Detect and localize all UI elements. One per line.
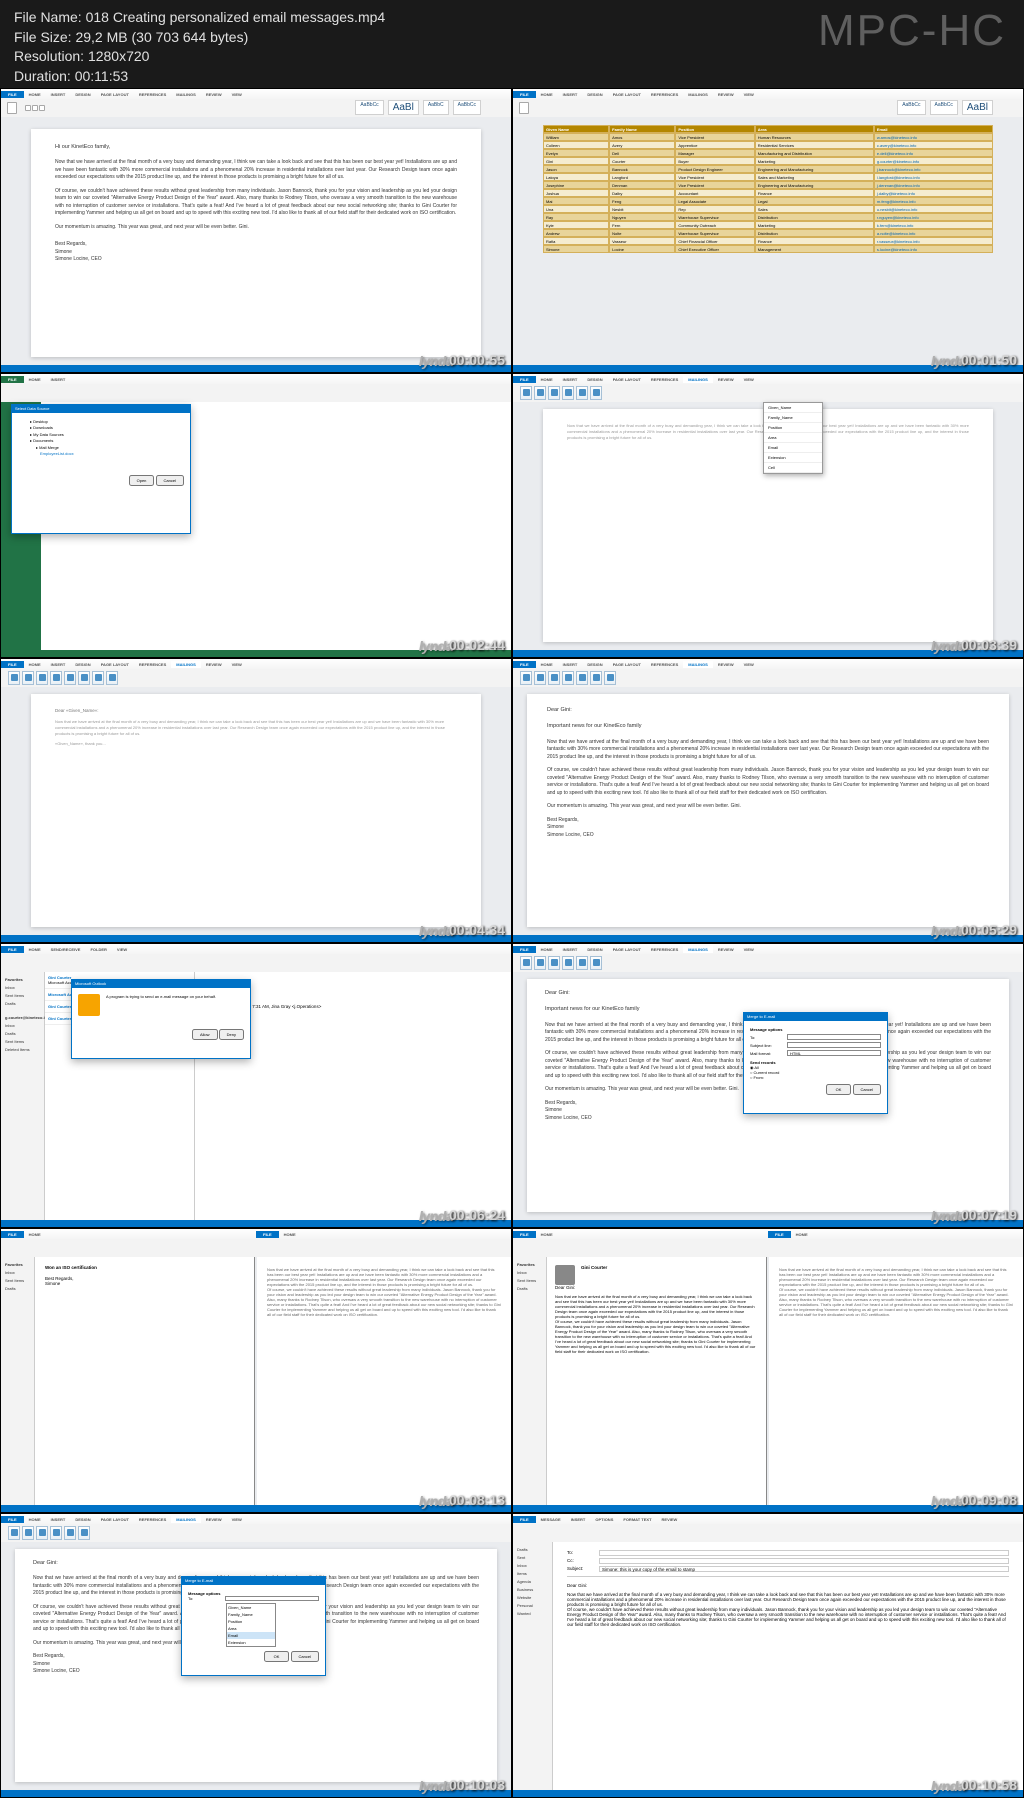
resolution: 1280x720 xyxy=(88,48,150,64)
deny-button[interactable]: Deny xyxy=(219,1029,244,1040)
merge-email-dialog: Merge to E-mail Message options To: Give… xyxy=(181,1576,326,1676)
table-row[interactable]: WilliamAmosVice PresidentHuman Resources… xyxy=(543,133,993,141)
cancel-button[interactable]: Cancel xyxy=(853,1084,881,1095)
compose-body[interactable]: To: Cc: Subject:Simone: this is your cop… xyxy=(553,1542,1023,1790)
thumb-11[interactable]: FILEHOMEINSERTDESIGNPAGE LAYOUTREFERENCE… xyxy=(0,1513,512,1798)
thumb-8[interactable]: FILEHOMEINSERTDESIGNPAGE LAYOUTREFERENCE… xyxy=(512,943,1024,1228)
reading-pane: Won an ISO certification Best Regards, S… xyxy=(35,1257,255,1505)
folder-pane[interactable]: Favorites Inbox Sent Items Drafts g.cour… xyxy=(1,972,45,1220)
thumb-4[interactable]: FILEHOMEINSERTDESIGNPAGE LAYOUTREFERENCE… xyxy=(512,373,1024,658)
thumb-1[interactable]: FILEHOMEINSERTDESIGNPAGE LAYOUTREFERENCE… xyxy=(0,88,512,373)
table-row[interactable]: RafiaVasseurChief Financial OfficerFinan… xyxy=(543,237,993,245)
outlook-security-dialog: Microsoft Outlook A program is trying to… xyxy=(71,979,251,1059)
thumb-6[interactable]: FILEHOMEINSERTDESIGNPAGE LAYOUTREFERENCE… xyxy=(512,658,1024,943)
preview-icon[interactable] xyxy=(576,386,588,400)
table-row[interactable]: JasonBannockProduct Design EngineerEngin… xyxy=(543,165,993,173)
table-row[interactable]: JosephineDenmanVice PresidentEngineering… xyxy=(543,181,993,189)
employee-table[interactable]: Given NameFamily NamePositionAreaEmailWi… xyxy=(543,125,993,253)
thumbnail-grid: FILEHOMEINSERTDESIGNPAGE LAYOUTREFERENCE… xyxy=(0,88,1024,1798)
thumb-7[interactable]: FILEHOMESEND/RECEIVEFOLDERVIEW Favorites… xyxy=(0,943,512,1228)
label-duration: Duration: xyxy=(14,68,75,84)
finish-icon[interactable] xyxy=(590,386,602,400)
format-select[interactable]: HTML xyxy=(787,1050,881,1056)
open-button[interactable]: Open xyxy=(129,475,155,486)
table-row[interactable]: RayNguyenWarehouse SupervisorDistributio… xyxy=(543,213,993,221)
filename: 018 Creating personalized email messages… xyxy=(86,9,386,25)
timestamp: 00:01:50 xyxy=(961,352,1017,368)
label-filename: File Name: xyxy=(14,9,86,25)
table-row[interactable]: KyleFernCommunity OutreachMarketingk.fer… xyxy=(543,221,993,229)
table-row[interactable]: LatoyaLangfordVice PresidentSales and Ma… xyxy=(543,173,993,181)
player-logo: MPC-HC xyxy=(818,6,1006,56)
envelopes-icon[interactable] xyxy=(520,386,532,400)
insert-field-icon[interactable] xyxy=(562,386,574,400)
ribbon: FILEHOMEINSERTDESIGNPAGE LAYOUTREFERENCE… xyxy=(513,89,1023,117)
table-header: Given NameFamily NamePositionAreaEmail xyxy=(543,125,993,133)
ribbon: FILEHOMEINSERTDESIGNPAGE LAYOUTREFERENCE… xyxy=(1,89,511,117)
subject-input[interactable] xyxy=(787,1042,881,1048)
merge-field-dropdown[interactable]: Given_Name Family_Name Position Area Ema… xyxy=(763,402,823,474)
thumb-9[interactable]: FILEHOME FILEHOME Favorites Inbox Sent I… xyxy=(0,1228,512,1513)
to-input[interactable] xyxy=(787,1034,881,1040)
file-info-header: File Name: 018 Creating personalized ema… xyxy=(0,0,1024,88)
select-datasource-dialog: Select Data Source ▸ Desktop ▸ Downloads… xyxy=(11,404,191,534)
thumb-12[interactable]: FILEMESSAGEINSERTOPTIONSFORMAT TEXTREVIE… xyxy=(512,1513,1024,1798)
thumb-5[interactable]: FILEHOMEINSERTDESIGNPAGE LAYOUTREFERENCE… xyxy=(0,658,512,943)
thumb-2[interactable]: FILEHOMEINSERTDESIGNPAGE LAYOUTREFERENCE… xyxy=(512,88,1024,373)
tab-file[interactable]: FILE xyxy=(1,91,24,98)
ok-button[interactable]: OK xyxy=(826,1084,852,1095)
label-filesize: File Size: xyxy=(14,29,75,45)
greeting: Hi our KinetEco family, xyxy=(55,143,457,151)
label-resolution: Resolution: xyxy=(14,48,88,64)
filesize: 29,2 MB (30 703 644 bytes) xyxy=(75,29,248,45)
table-row[interactable]: UnaNesbitRepSalesu.nesbit@kineteco.info xyxy=(543,205,993,213)
warning-icon xyxy=(78,994,100,1016)
start-merge-icon[interactable] xyxy=(534,386,546,400)
table-row[interactable]: MaiFengLegal AssociateLegalm.feng@kinete… xyxy=(543,197,993,205)
table-row[interactable]: EvelynDellManagerManufacturing and Distr… xyxy=(543,149,993,157)
merge-email-dialog: Merge to E-mail Message options To: Subj… xyxy=(743,1012,888,1114)
table-row[interactable]: ColleenAveryApprenticeResidential Servic… xyxy=(543,141,993,149)
folder-tree[interactable]: ▸ Desktop ▸ Downloads ▸ My Data Sources … xyxy=(18,419,184,457)
paste-icon[interactable] xyxy=(7,102,17,114)
mailings-group xyxy=(519,385,603,401)
cancel-button[interactable]: Cancel xyxy=(156,475,184,486)
to-select[interactable]: Given_Name Family_Name Position Area Ema… xyxy=(225,1596,319,1601)
table-row[interactable]: GiniCourterBuyerMarketingg.courter@kinet… xyxy=(543,157,993,165)
allow-button[interactable]: Allow xyxy=(192,1029,218,1040)
select-recipients-icon[interactable] xyxy=(548,386,560,400)
table-row[interactable]: AndrewNolteWarehouse SupervisorDistribut… xyxy=(543,229,993,237)
duration: 00:11:53 xyxy=(75,68,128,84)
dialog-title: Select Data Source xyxy=(12,405,190,413)
styles-gallery[interactable]: AaBbCcAaBlAaBbCAaBbCc xyxy=(355,100,481,115)
table-row[interactable]: JoshuaDalbyAccountantFinancej.dalby@kine… xyxy=(543,189,993,197)
document-page[interactable]: Hi our KinetEco family, Now that we have… xyxy=(31,129,481,357)
thumb-10[interactable]: FILEHOME FILEHOME Favorites Inbox Sent I… xyxy=(512,1228,1024,1513)
avatar xyxy=(555,1265,575,1285)
thumb-3[interactable]: FILEHOMEINSERT Select Data Source ▸ Desk… xyxy=(0,373,512,658)
timestamp: 00:00:55 xyxy=(449,352,505,368)
table-row[interactable]: SimoneLocineChief Executive OfficerManag… xyxy=(543,245,993,253)
